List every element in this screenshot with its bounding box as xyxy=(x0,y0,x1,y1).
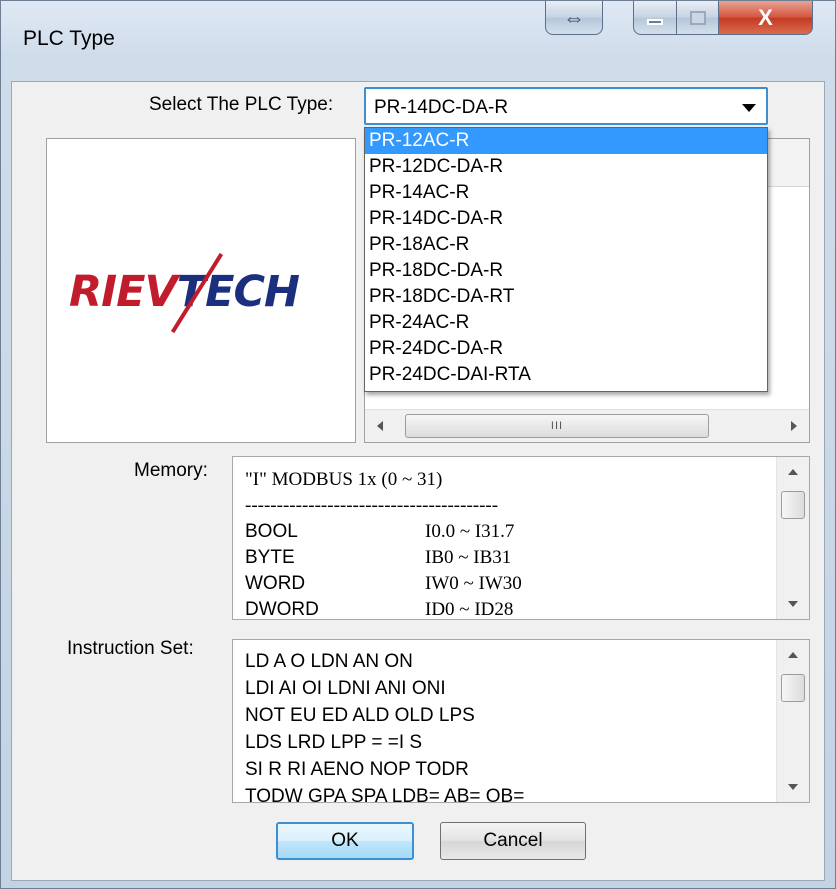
dropdown-option[interactable]: PR-14DC-DA-R xyxy=(365,206,767,232)
plc-type-label: Select The PLC Type: xyxy=(149,94,334,115)
memory-type: BOOL xyxy=(245,521,298,542)
vertical-scroll-thumb[interactable] xyxy=(781,674,805,702)
instruction-line: TODW GPA SPA LDB= AB= OB= xyxy=(245,786,525,803)
horizontal-scrollbar[interactable]: III xyxy=(365,409,809,442)
instruction-line: SI R RI AENO NOP TODR xyxy=(245,759,469,780)
dropdown-option[interactable]: PR-24DC-DA-R xyxy=(365,336,767,362)
plc-type-selected-value: PR-14DC-DA-R xyxy=(374,97,509,118)
memory-range: IW0 ~ IW30 xyxy=(425,573,522,594)
plc-image-panel: RIEVTECH xyxy=(46,138,356,443)
maximize-icon xyxy=(689,10,706,25)
scroll-down-arrow-icon[interactable] xyxy=(788,601,798,607)
memory-range: IB0 ~ IB31 xyxy=(425,547,512,568)
dropdown-option[interactable]: PR-24DC-DAI-RTA xyxy=(365,362,767,388)
memory-type: DWORD xyxy=(245,599,319,620)
window-title: PLC Type xyxy=(23,27,115,50)
resize-arrows-icon: ⇔ xyxy=(563,4,585,30)
dropdown-arrow-icon[interactable] xyxy=(742,104,756,112)
scroll-thumb-grip: III xyxy=(550,420,564,432)
dropdown-option[interactable]: PR-24AC-R xyxy=(365,310,767,336)
resize-button[interactable]: ⇔ xyxy=(545,1,603,35)
dropdown-option[interactable]: PR-12AC-R xyxy=(365,128,767,154)
memory-row: WORD IW0 ~ IW30 xyxy=(245,571,522,597)
instruction-line: NOT EU ED ALD OLD LPS xyxy=(245,705,475,726)
title-bar[interactable]: PLC Type ⇔ X xyxy=(1,1,835,81)
memory-content: "I" MODBUS 1x (0 ~ 31) -----------------… xyxy=(245,467,522,620)
horizontal-scroll-thumb[interactable]: III xyxy=(405,414,709,438)
vertical-scroll-thumb[interactable] xyxy=(781,491,805,519)
cancel-button[interactable]: Cancel xyxy=(440,822,586,860)
memory-type: BYTE xyxy=(245,547,295,568)
instruction-line: LDI AI OI LDNI ANI ONI xyxy=(245,678,446,699)
instruction-line: LD A O LDN AN ON xyxy=(245,651,413,672)
instruction-set-label: Instruction Set: xyxy=(67,638,194,659)
memory-row: BYTE IB0 ~ IB31 xyxy=(245,545,522,571)
memory-separator: ---------------------------------------- xyxy=(245,495,499,516)
scroll-right-arrow-icon[interactable] xyxy=(791,421,797,431)
minimize-icon xyxy=(647,18,663,25)
memory-header: "I" MODBUS 1x (0 ~ 31) xyxy=(245,469,443,490)
scroll-up-arrow-icon[interactable] xyxy=(788,469,798,475)
logo-part-riev: RIEV xyxy=(69,267,178,317)
dropdown-option[interactable]: PR-12DC-DA-R xyxy=(365,154,767,180)
close-button[interactable]: X xyxy=(719,1,813,35)
instruction-set-textbox[interactable]: LD A O LDN AN ON LDI AI OI LDNI ANI ONI … xyxy=(232,639,810,803)
plc-type-combobox[interactable]: PR-14DC-DA-R xyxy=(364,87,768,125)
instruction-set-content: LD A O LDN AN ON LDI AI OI LDNI ANI ONI … xyxy=(245,648,525,803)
memory-row: BOOL I0.0 ~ I31.7 xyxy=(245,519,522,545)
ok-button[interactable]: OK xyxy=(276,822,414,860)
dropdown-option[interactable]: PR-14AC-R xyxy=(365,180,767,206)
instruction-line: LDS LRD LPP = =I S xyxy=(245,732,423,753)
dropdown-option[interactable]: PR-18AC-R xyxy=(365,232,767,258)
instruction-vertical-scrollbar[interactable] xyxy=(776,640,809,802)
minimize-button[interactable] xyxy=(633,1,677,35)
dropdown-option[interactable]: PR-18DC-DA-RT xyxy=(365,284,767,310)
dropdown-option[interactable]: PR-18DC-DA-R xyxy=(365,258,767,284)
memory-range: I0.0 ~ I31.7 xyxy=(425,521,515,542)
memory-row: DWORD ID0 ~ ID28 xyxy=(245,597,522,620)
plc-type-dialog: PLC Type ⇔ X Select The PLC Type: PR-14D… xyxy=(0,0,836,889)
scroll-down-arrow-icon[interactable] xyxy=(788,784,798,790)
memory-label: Memory: xyxy=(134,460,208,481)
dialog-body: Select The PLC Type: PR-14DC-DA-R RIEVTE… xyxy=(11,81,825,881)
memory-range: ID0 ~ ID28 xyxy=(425,599,514,620)
memory-textbox[interactable]: "I" MODBUS 1x (0 ~ 31) -----------------… xyxy=(232,456,810,620)
memory-type: WORD xyxy=(245,573,306,594)
scroll-left-arrow-icon[interactable] xyxy=(377,421,383,431)
scroll-up-arrow-icon[interactable] xyxy=(788,652,798,658)
plc-type-dropdown-list[interactable]: PR-12AC-R PR-12DC-DA-R PR-14AC-R PR-14DC… xyxy=(364,127,768,392)
close-icon: X xyxy=(758,4,773,30)
maximize-button[interactable] xyxy=(677,1,719,35)
memory-vertical-scrollbar[interactable] xyxy=(776,457,809,619)
